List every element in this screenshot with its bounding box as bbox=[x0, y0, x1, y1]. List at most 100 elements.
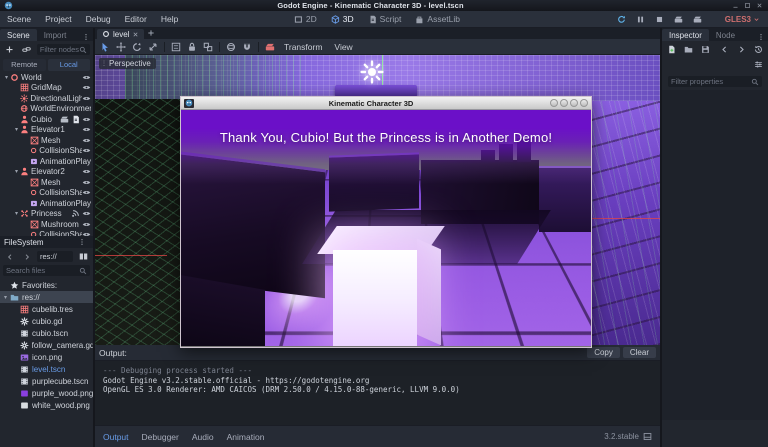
close-icon[interactable] bbox=[754, 1, 764, 10]
scene-tree-node-world[interactable]: ▾World bbox=[0, 72, 93, 83]
scene-tab-level[interactable]: level bbox=[97, 29, 144, 39]
workspace-3d[interactable]: 3D bbox=[326, 14, 359, 24]
directional-light-gizmo[interactable] bbox=[360, 60, 384, 84]
load-resource-button[interactable] bbox=[682, 43, 696, 56]
local-space-button[interactable] bbox=[224, 40, 238, 53]
scene-tree-node-mushroom[interactable]: Mushroom bbox=[0, 219, 93, 230]
pause-button[interactable] bbox=[633, 13, 647, 26]
scene-tree-node-collisionshape[interactable]: CollisionShape bbox=[0, 146, 93, 157]
bottom-tab-audio[interactable]: Audio bbox=[192, 432, 214, 442]
local-button[interactable]: Local bbox=[48, 59, 91, 71]
tab-scene[interactable]: Scene bbox=[0, 29, 37, 41]
instance-scene-button[interactable] bbox=[20, 43, 34, 56]
file-purplecube.tscn[interactable]: purplecube.tscn bbox=[0, 375, 93, 387]
menu-help[interactable]: Help bbox=[154, 14, 185, 24]
play-custom-scene-button[interactable] bbox=[690, 13, 704, 26]
bottom-tab-debugger[interactable]: Debugger bbox=[142, 432, 179, 442]
video-driver-select[interactable]: GLES3 bbox=[725, 15, 760, 24]
file-white-wood.png[interactable]: white_wood.png bbox=[0, 399, 93, 411]
menu-scene[interactable]: Scene bbox=[0, 14, 38, 24]
new-scene-tab-button[interactable] bbox=[144, 26, 158, 39]
tab-inspector[interactable]: Inspector bbox=[662, 29, 709, 41]
filter-properties-input[interactable]: Filter properties bbox=[668, 76, 762, 87]
scene-tree-node-elevator1[interactable]: ▾Elevator1 bbox=[0, 125, 93, 136]
path-field[interactable]: res:// bbox=[37, 251, 73, 262]
nav-back-button[interactable] bbox=[3, 250, 17, 263]
viewport-menu-view[interactable]: View bbox=[329, 42, 357, 52]
camera-override-button[interactable] bbox=[263, 40, 277, 53]
file-favorites-[interactable]: Favorites: bbox=[0, 279, 93, 291]
scene-tree-node-mesh[interactable]: Mesh bbox=[0, 177, 93, 188]
scene-tree-node-animationplayer[interactable]: AnimationPlayer bbox=[0, 198, 93, 209]
scene-tree-node-worldenvironment[interactable]: WorldEnvironment bbox=[0, 104, 93, 115]
scene-tree-node-princess[interactable]: ▾Princess bbox=[0, 209, 93, 220]
move-button[interactable] bbox=[114, 40, 128, 53]
file-level.tscn[interactable]: level.tscn bbox=[0, 363, 93, 375]
menu-debug[interactable]: Debug bbox=[79, 14, 118, 24]
game-window[interactable]: Kinematic Character 3D Thank You, Cubio!… bbox=[180, 96, 592, 348]
copy-button[interactable]: Copy bbox=[587, 347, 620, 358]
workspace-assetlib[interactable]: AssetLib bbox=[410, 14, 465, 24]
game-window-titlebar[interactable]: Kinematic Character 3D bbox=[181, 97, 591, 110]
filter-nodes-input[interactable]: Filter nodes bbox=[37, 44, 90, 55]
maximize-icon[interactable] bbox=[742, 1, 752, 10]
window-minimize-button[interactable] bbox=[560, 99, 568, 107]
scene-tree-node-gridmap[interactable]: GridMap bbox=[0, 83, 93, 94]
stop-button[interactable] bbox=[652, 13, 666, 26]
snap-button[interactable] bbox=[240, 40, 254, 53]
group-button[interactable] bbox=[201, 40, 215, 53]
clear-button[interactable]: Clear bbox=[623, 347, 656, 358]
select-button[interactable] bbox=[98, 40, 112, 53]
history-button[interactable] bbox=[751, 43, 765, 56]
file-cubio.gd[interactable]: cubio.gd bbox=[0, 315, 93, 327]
scene-tree-node-collisionshape[interactable]: CollisionShape bbox=[0, 188, 93, 199]
dock-menu-icon[interactable] bbox=[754, 33, 768, 41]
add-node-button[interactable] bbox=[3, 43, 17, 56]
file-res---[interactable]: ▾res:// bbox=[0, 291, 93, 303]
window-close-button[interactable] bbox=[580, 99, 588, 107]
file-cubio.tscn[interactable]: cubio.tscn bbox=[0, 327, 93, 339]
forward-button[interactable] bbox=[735, 43, 749, 56]
window-menu-button[interactable] bbox=[550, 99, 558, 107]
menu-project[interactable]: Project bbox=[38, 14, 78, 24]
object-tools-icon[interactable] bbox=[751, 58, 765, 71]
search-files-input[interactable]: Search files bbox=[3, 265, 90, 276]
scene-tree-node-animationplayer[interactable]: AnimationPlayer bbox=[0, 156, 93, 167]
viewport-menu-transform[interactable]: Transform bbox=[279, 42, 327, 52]
menu-editor[interactable]: Editor bbox=[118, 14, 154, 24]
scale-button[interactable] bbox=[146, 40, 160, 53]
bottom-tab-animation[interactable]: Animation bbox=[227, 432, 265, 442]
file-cubelib.tres[interactable]: cubelib.tres bbox=[0, 303, 93, 315]
minimize-icon[interactable] bbox=[730, 1, 740, 10]
display-mode-icon[interactable] bbox=[76, 250, 90, 263]
tab-import[interactable]: Import bbox=[37, 29, 74, 41]
file-icon.png[interactable]: icon.png bbox=[0, 351, 93, 363]
scene-tree-node-elevator2[interactable]: ▾Elevator2 bbox=[0, 167, 93, 178]
list-select-button[interactable] bbox=[169, 40, 183, 53]
tab-node[interactable]: Node bbox=[709, 29, 742, 41]
bottom-tab-output[interactable]: Output bbox=[103, 432, 129, 442]
save-resource-button[interactable] bbox=[698, 43, 712, 56]
reload-button[interactable] bbox=[614, 13, 628, 26]
window-maximize-button[interactable] bbox=[570, 99, 578, 107]
file-purple-wood.png[interactable]: purple_wood.png bbox=[0, 387, 93, 399]
dock-menu-icon[interactable] bbox=[79, 33, 93, 41]
perspective-menu[interactable]: ⋮ Perspective bbox=[99, 58, 156, 69]
lock-button[interactable] bbox=[185, 40, 199, 53]
scene-tree-node-mesh[interactable]: Mesh bbox=[0, 135, 93, 146]
workspace-script[interactable]: Script bbox=[363, 14, 407, 24]
new-resource-button[interactable] bbox=[665, 43, 679, 56]
dock-menu-icon[interactable] bbox=[75, 238, 89, 246]
game-viewport[interactable]: Thank You, Cubio! But the Princess is in… bbox=[181, 110, 591, 346]
play-scene-button[interactable] bbox=[671, 13, 685, 26]
scene-tree-node-directionallight[interactable]: DirectionalLight bbox=[0, 93, 93, 104]
expand-panel-icon[interactable] bbox=[643, 432, 652, 441]
rotate-button[interactable] bbox=[130, 40, 144, 53]
workspace-2d[interactable]: 2D bbox=[289, 14, 322, 24]
nav-forward-button[interactable] bbox=[20, 250, 34, 263]
scene-tree-node-cubio[interactable]: Cubio bbox=[0, 114, 93, 125]
remote-button[interactable]: Remote bbox=[3, 59, 46, 71]
back-button[interactable] bbox=[718, 43, 732, 56]
close-tab-icon[interactable] bbox=[132, 31, 139, 38]
file-follow-camera.gd[interactable]: follow_camera.gd bbox=[0, 339, 93, 351]
